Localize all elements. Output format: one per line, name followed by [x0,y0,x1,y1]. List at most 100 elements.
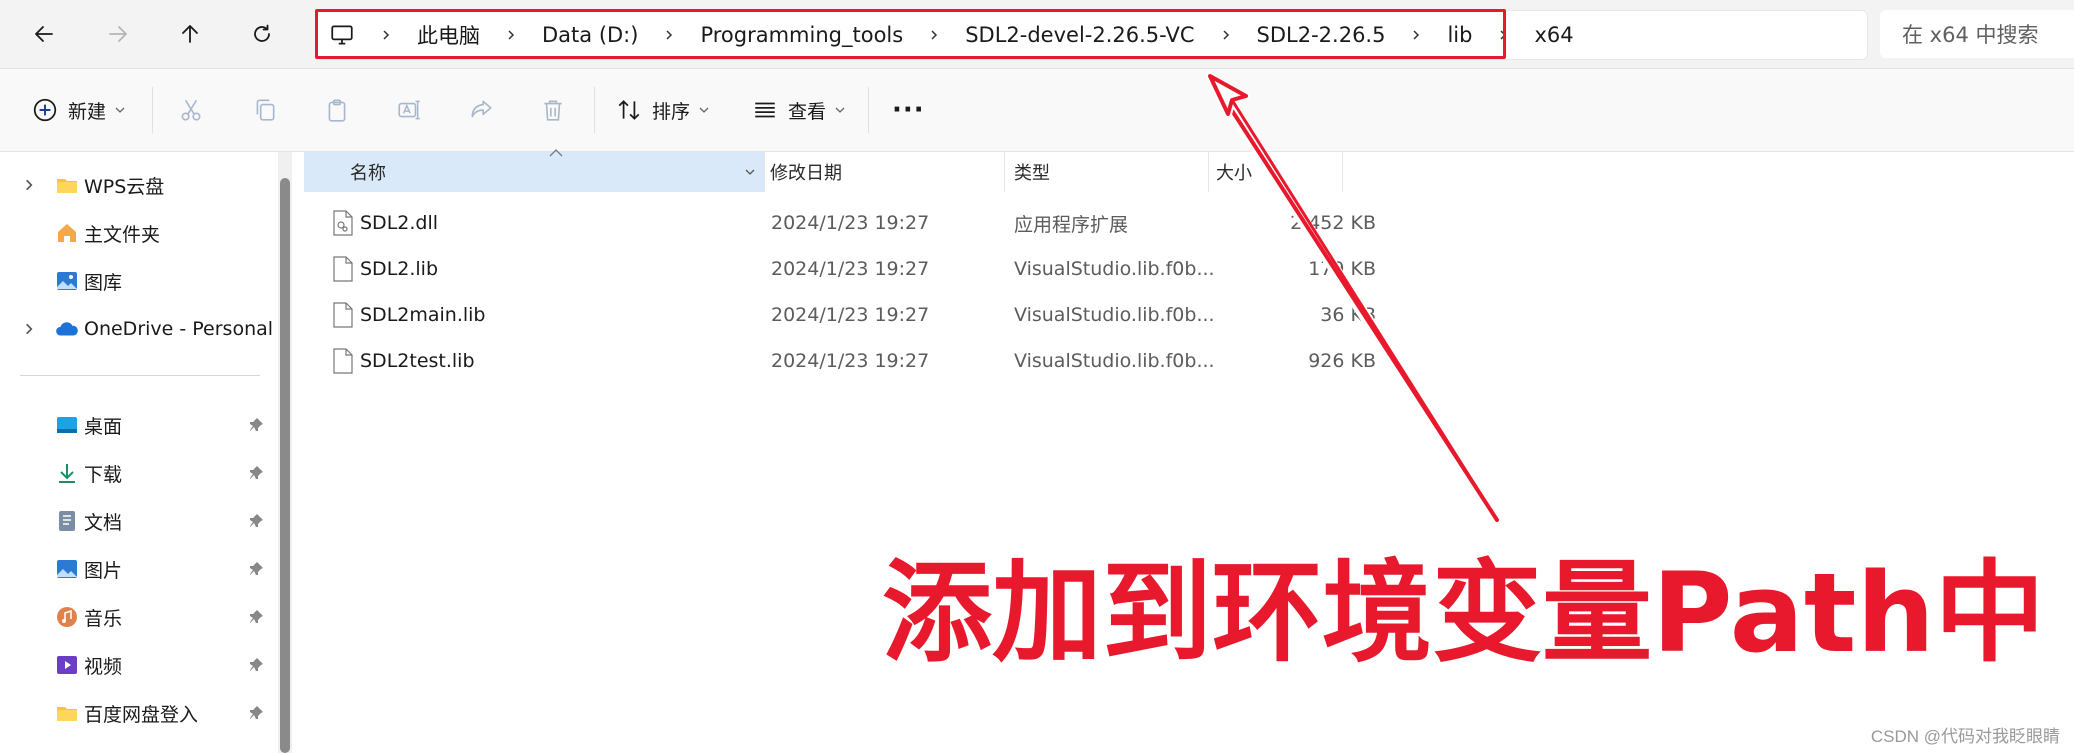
sort-button[interactable]: 排序 [616,88,710,132]
delete-button[interactable] [540,88,566,132]
pin-icon[interactable] [248,513,264,529]
sidebar-item-desktop[interactable]: 桌面 [0,402,280,448]
sidebar-item-documents[interactable]: 文档 [0,498,280,544]
forward-button[interactable] [98,14,138,54]
sort-caret-icon [549,149,563,157]
document-icon [54,508,80,534]
toolbar-divider [594,87,595,133]
refresh-button[interactable] [242,14,282,54]
file-date: 2024/1/23 19:27 [771,350,930,372]
sidebar-item-music[interactable]: 音乐 [0,594,280,640]
file-type: VisualStudio.lib.f0b... [1014,258,1215,280]
navigation-pane: WPS云盘 主文件夹 图库 OneDrive - Personal 桌面 下载 … [0,152,300,753]
sidebar-item-label: WPS云盘 [84,175,165,198]
download-icon [54,460,80,486]
sidebar-item-label: 百度网盘登入 [84,703,199,726]
chevron-right-icon[interactable] [22,322,36,336]
column-header-size[interactable]: 大小 [1216,152,1252,192]
copy-icon [256,99,275,121]
file-name: SDL2main.lib [360,304,486,326]
chevron-right-icon[interactable] [500,24,522,46]
chevron-right-icon[interactable] [923,24,945,46]
up-button[interactable] [170,14,210,54]
pin-icon[interactable] [248,465,264,481]
sidebar-item-label: 视频 [84,655,123,678]
rename-icon [398,100,420,120]
sidebar-item-label: OneDrive - Personal [84,318,274,340]
sidebar-item-label: 文档 [84,511,123,534]
column-divider[interactable] [1342,152,1343,192]
column-divider[interactable] [764,152,765,192]
chevron-down-icon [835,107,845,113]
file-name: SDL2test.lib [360,350,475,372]
rename-button[interactable] [396,88,422,132]
pin-icon[interactable] [248,609,264,625]
column-header-name[interactable]: 名称 [304,149,764,192]
back-button[interactable] [24,14,64,54]
breadcrumb-x64[interactable]: x64 [1534,23,1573,47]
chevron-down-icon[interactable] [744,166,756,178]
view-button[interactable]: 查看 [752,88,846,132]
music-icon [54,604,80,630]
chevron-right-icon[interactable] [22,178,36,192]
sidebar-item-videos[interactable]: 视频 [0,642,280,688]
file-row[interactable]: SDL2.lib 2024/1/23 19:27 VisualStudio.li… [302,246,1402,292]
chevron-right-icon[interactable] [1405,24,1427,46]
sidebar-item-wps-cloud[interactable]: WPS云盘 [0,162,280,208]
file-date: 2024/1/23 19:27 [771,212,930,234]
toolbar-divider [868,87,869,133]
sidebar-item-baidu-netdisk[interactable]: 百度网盘登入 [0,690,280,736]
file-row[interactable]: SDL2main.lib 2024/1/23 19:27 VisualStudi… [302,292,1402,338]
arrow-right-icon [109,26,127,42]
file-size: 926 KB [1308,350,1376,372]
paste-button[interactable] [324,88,350,132]
address-field[interactable]: 此电脑 Data (D:) Programming_tools SDL2-dev… [316,10,1868,60]
column-divider[interactable] [1208,152,1209,192]
pin-icon[interactable] [248,657,264,673]
chevron-right-icon[interactable] [375,24,397,46]
more-options-button[interactable]: ··· [892,88,925,132]
sidebar-item-gallery[interactable]: 图库 [0,258,280,304]
sidebar-item-label: 音乐 [84,607,123,630]
sidebar-item-onedrive[interactable]: OneDrive - Personal [0,306,280,352]
sidebar-item-home[interactable]: 主文件夹 [0,210,280,256]
sidebar-item-pictures[interactable]: 图片 [0,546,280,592]
column-header-size-label: 大小 [1216,163,1252,184]
pin-icon[interactable] [248,561,264,577]
breadcrumb-lib[interactable]: lib [1447,23,1472,47]
chevron-right-icon[interactable] [1492,24,1514,46]
column-header-type[interactable]: 类型 [1014,152,1050,192]
trash-icon [544,100,562,121]
command-bar: 新建 排序 查看 ··· [0,69,2074,152]
column-divider[interactable] [1004,152,1005,192]
sidebar-scrollbar-thumb[interactable] [280,178,290,753]
file-row[interactable]: SDL2test.lib 2024/1/23 19:27 VisualStudi… [302,338,1402,384]
file-icon [333,256,353,282]
chevron-down-icon [115,107,125,113]
this-pc-icon[interactable] [329,22,355,48]
address-bar-row: 此电脑 Data (D:) Programming_tools SDL2-dev… [0,0,2074,69]
chevron-right-icon[interactable] [658,24,680,46]
file-name: SDL2.dll [360,212,439,234]
search-input[interactable]: 在 x64 中搜索 [1880,10,2074,58]
sidebar-item-downloads[interactable]: 下载 [0,450,280,496]
column-header-date[interactable]: 修改日期 [770,152,842,192]
breadcrumb-programming-tools[interactable]: Programming_tools [700,23,903,47]
chevron-right-icon[interactable] [1215,24,1237,46]
pin-icon[interactable] [248,705,264,721]
file-row[interactable]: SDL2.dll 2024/1/23 19:27 应用程序扩展 2,452 KB [302,200,1402,246]
share-button[interactable] [468,88,494,132]
breadcrumb-drive[interactable]: Data (D:) [542,23,638,47]
more-icon: ··· [892,95,925,125]
file-size: 2,452 KB [1290,212,1376,234]
new-button[interactable]: 新建 [32,88,126,132]
view-button-label: 查看 [788,100,827,123]
copy-button[interactable] [252,88,278,132]
breadcrumb-this-pc[interactable]: 此电脑 [417,20,480,50]
pin-icon[interactable] [248,417,264,433]
breadcrumb-sdl2[interactable]: SDL2-2.26.5 [1257,23,1386,47]
breadcrumb-sdl2-devel[interactable]: SDL2-devel-2.26.5-VC [965,23,1194,47]
home-icon [54,220,80,246]
sidebar-divider [20,375,260,376]
cut-button[interactable] [178,88,204,132]
